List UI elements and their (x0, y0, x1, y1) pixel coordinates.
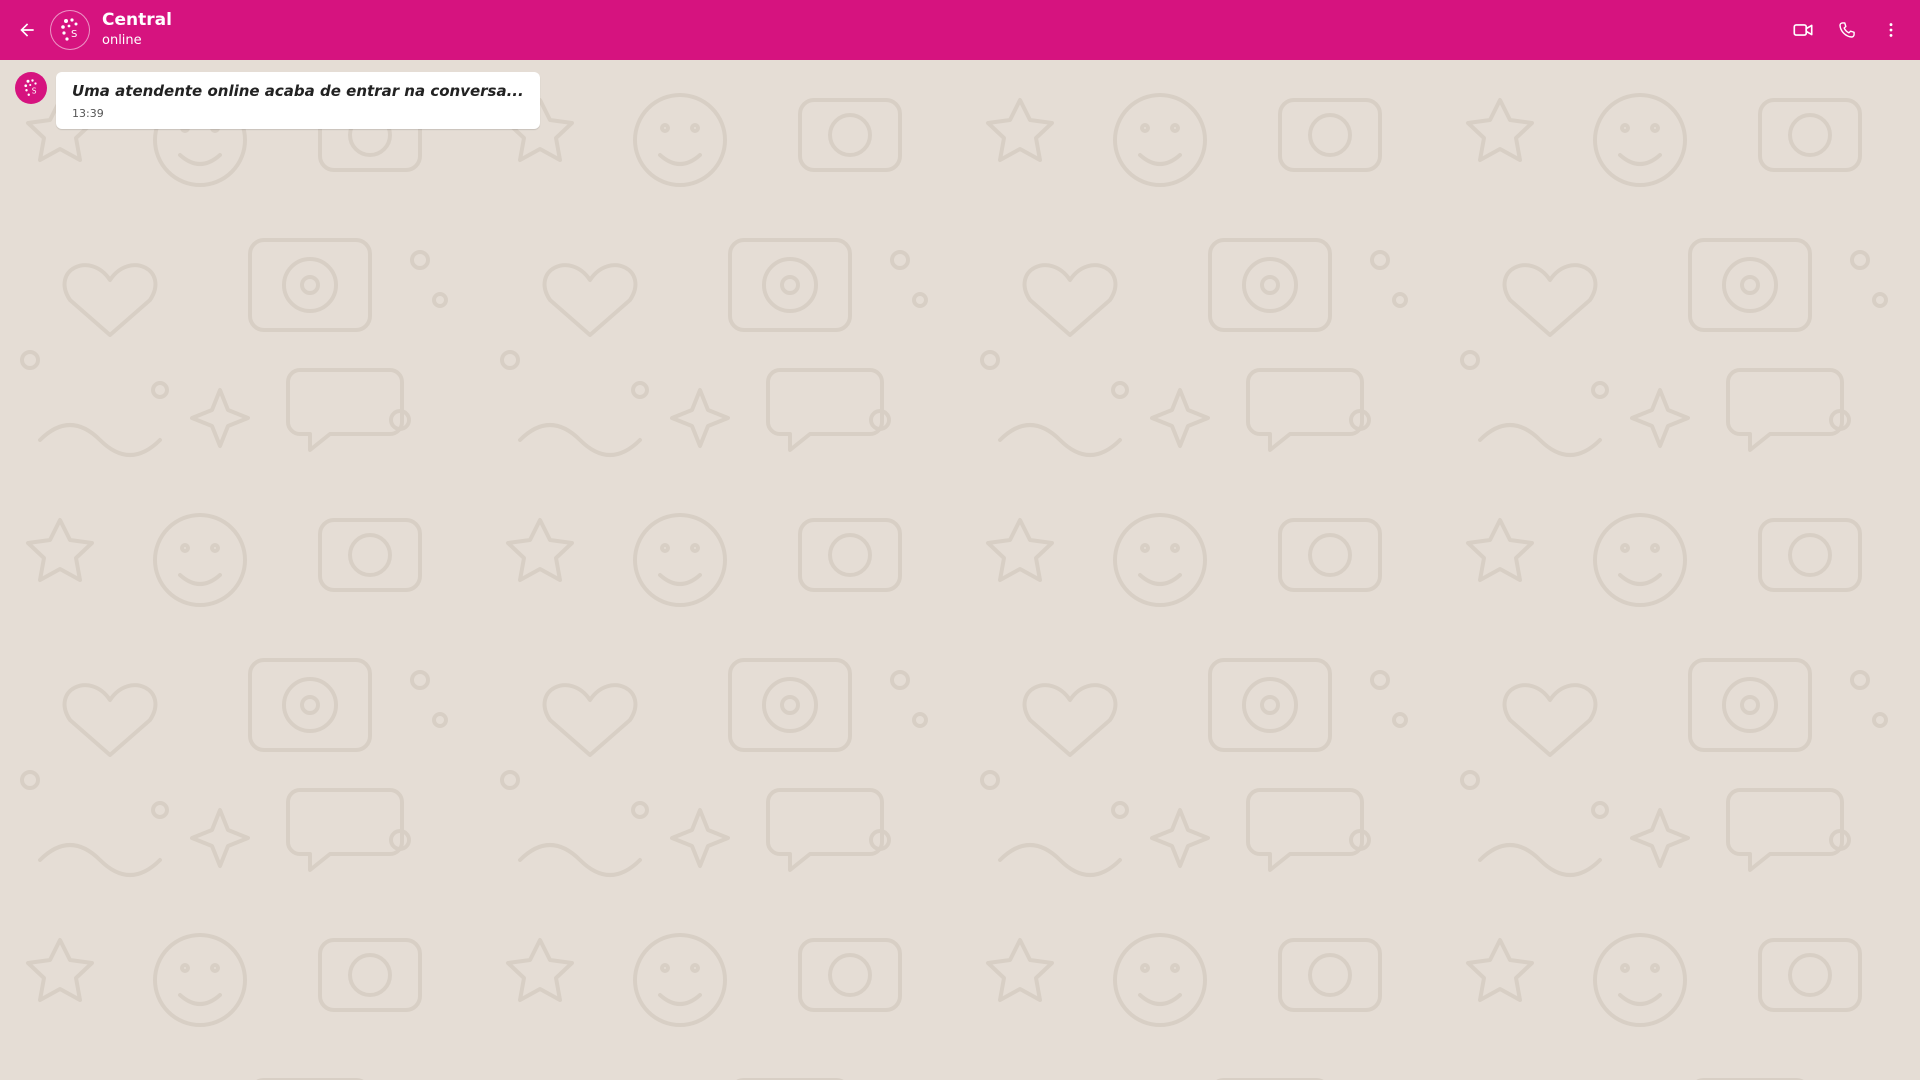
message-bubble[interactable]: Uma atendente online acaba de entrar na … (56, 72, 540, 129)
phone-icon (1839, 22, 1855, 38)
more-options-button[interactable] (1876, 15, 1906, 45)
arrow-left-icon (20, 23, 34, 37)
voice-call-button[interactable] (1832, 15, 1862, 45)
dots-logo-icon: S (24, 79, 37, 96)
dots-logo-icon: S (61, 18, 78, 41)
header-actions (1774, 15, 1906, 45)
contact-status: online (102, 33, 142, 48)
contact-name: Central (102, 10, 172, 30)
doodle-wallpaper (0, 60, 1920, 1080)
message-row: S Uma atendente online acaba de entrar n… (15, 72, 540, 129)
chat-area[interactable]: S Uma atendente online acaba de entrar n… (0, 60, 1920, 1080)
message-time: 13:39 (72, 107, 104, 120)
svg-text:S: S (32, 86, 37, 95)
sender-avatar[interactable]: S (15, 72, 47, 104)
more-vertical-icon (1889, 23, 1893, 37)
video-camera-icon (1793, 24, 1813, 36)
chat-header: S Central online (0, 0, 1920, 60)
svg-text:S: S (71, 29, 77, 40)
chat-app: S Central online S Uma atendente online … (0, 0, 1920, 1080)
contact-avatar[interactable]: S (50, 10, 90, 50)
contact-info[interactable]: Central online (102, 10, 172, 50)
message-text: Uma atendente online acaba de entrar na … (72, 82, 524, 100)
back-button[interactable] (12, 15, 42, 45)
video-call-button[interactable] (1788, 15, 1818, 45)
